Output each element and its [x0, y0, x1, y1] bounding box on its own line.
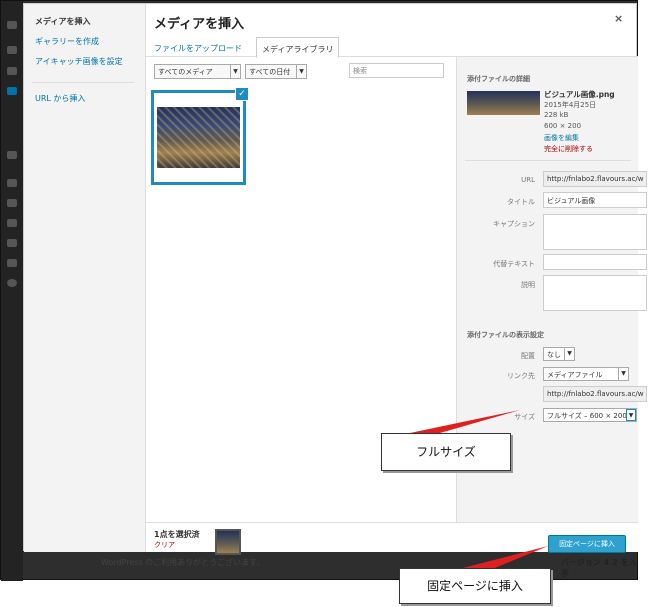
callout-arrow-insert [455, 546, 548, 570]
callout-insert: 固定ページに挿入 [399, 568, 551, 604]
callout-fullsize: フルサイズ [381, 433, 511, 471]
callout-arrow-fullsize [410, 410, 520, 433]
callout-arrows [410, 410, 548, 570]
